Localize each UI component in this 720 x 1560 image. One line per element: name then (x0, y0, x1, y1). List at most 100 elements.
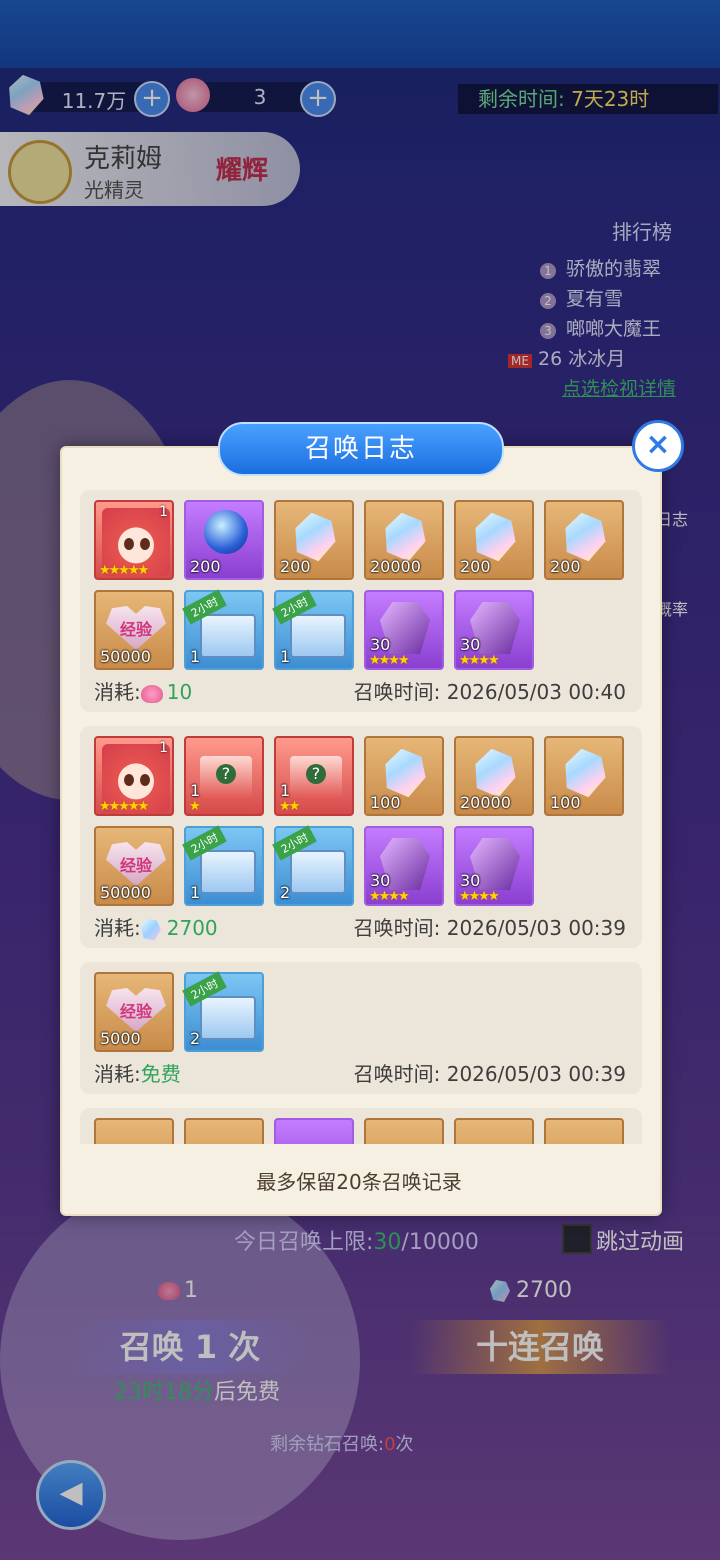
star-rating: ★★★★ (369, 889, 410, 904)
reward-item-chest[interactable]: 2小时 1 (182, 589, 264, 670)
treasure-chest-icon (200, 614, 256, 658)
item-count: 1 (159, 740, 168, 756)
star-rating: ★ (189, 799, 201, 814)
reward-item[interactable] (544, 1118, 624, 1144)
exp-heart-icon: 经验 (106, 606, 166, 650)
mystery-box-icon: ? (290, 756, 342, 800)
treasure-chest-icon (290, 850, 346, 894)
reward-item-chest[interactable]: 2小时 2 (182, 971, 264, 1052)
item-quantity: 50000 (100, 883, 151, 902)
reward-item[interactable] (364, 1118, 444, 1144)
item-quantity: 1 (190, 883, 201, 902)
cost-value: 10 (166, 680, 193, 704)
item-quantity: 2 (280, 883, 291, 902)
reward-item-chest[interactable]: 2小时 2 (272, 825, 354, 906)
treasure-chest-icon (200, 850, 256, 894)
star-rating: ★★★★ (369, 653, 410, 668)
summon-record: 1 ★★★★★? 1 ★? 1 ★★ 100 20000 100 经验 50000 2小时 1 2小时 2 3… (80, 726, 642, 948)
reward-item-exp[interactable]: 经验 50000 (94, 590, 174, 670)
treasure-chest-icon (290, 614, 346, 658)
summon-time: 召唤时间: 2026/05/03 00:40 (353, 680, 626, 704)
cost-value: 免费 (140, 1062, 181, 1086)
summon-log-list[interactable]: 1 ★★★★★ 200 200 20000 200 200 经验 50000 2小时 1 2小时 1 30… (80, 490, 642, 1144)
item-quantity: 20000 (460, 793, 511, 812)
item-quantity: 100 (370, 793, 401, 812)
reward-item-exp[interactable]: 经验 50000 (94, 826, 174, 906)
item-quantity: 200 (280, 557, 311, 576)
reward-item-chest[interactable]: 2小时 1 (182, 825, 264, 906)
reward-item-crystal[interactable]: 20000 (364, 500, 444, 580)
reward-item[interactable] (274, 1118, 354, 1144)
reward-item-chest[interactable]: 2小时 1 (272, 589, 354, 670)
item-quantity: 5000 (100, 1029, 141, 1048)
star-rating: ★★★★ (459, 889, 500, 904)
cost-info: 消耗:免费 (94, 1058, 181, 1087)
item-quantity: 30 (370, 871, 391, 890)
item-quantity: 30 (460, 871, 481, 890)
star-rating: ★★★★ (459, 653, 500, 668)
reward-item-redbox[interactable]: ? 1 ★★ (274, 736, 354, 816)
exp-heart-icon: 经验 (106, 842, 166, 886)
item-quantity: 30 (370, 635, 391, 654)
cost-value: 2700 (166, 916, 218, 940)
item-quantity: 2 (190, 1029, 201, 1048)
flower-icon (140, 684, 163, 703)
reward-item-redbox[interactable]: ? 1 ★ (184, 736, 264, 816)
cost-label: 消耗: (94, 916, 141, 940)
reward-item-crystal[interactable]: 200 (274, 500, 354, 580)
item-quantity: 1 (190, 781, 201, 800)
reward-item-crystal[interactable]: 100 (544, 736, 624, 816)
close-button[interactable]: × (632, 420, 684, 472)
item-quantity: 200 (550, 557, 581, 576)
reward-item-gem[interactable]: 30 ★★★★ (454, 826, 534, 906)
exp-label: 经验 (120, 620, 153, 639)
diamond-icon (290, 510, 341, 564)
item-quantity: 100 (550, 793, 581, 812)
star-rating: ★★★★★ (99, 563, 149, 578)
reward-item-exp[interactable]: 经验 5000 (94, 972, 174, 1052)
cost-label: 消耗: (94, 680, 141, 704)
star-rating: ★★ (279, 799, 300, 814)
reward-item-gem[interactable]: 30 ★★★★ (364, 590, 444, 670)
cost-label: 消耗: (94, 1062, 141, 1086)
item-quantity: 50000 (100, 647, 151, 666)
exp-heart-icon: 经验 (106, 988, 166, 1032)
item-count: 1 (159, 504, 168, 520)
reward-item-gem[interactable]: 30 ★★★★ (364, 826, 444, 906)
treasure-chest-icon (200, 996, 256, 1040)
reward-item[interactable] (94, 1118, 174, 1144)
reward-item-gem[interactable]: 30 ★★★★ (454, 590, 534, 670)
reward-item-girl[interactable]: 1 ★★★★★ (94, 500, 174, 580)
mystery-box-icon: ? (200, 756, 252, 800)
summon-time: 召唤时间: 2026/05/03 00:39 (353, 916, 626, 940)
item-quantity: 20000 (370, 557, 421, 576)
exp-label: 经验 (120, 1002, 153, 1021)
item-quantity: 30 (460, 635, 481, 654)
reward-item-crystal[interactable]: 200 (544, 500, 624, 580)
exp-label: 经验 (120, 856, 153, 875)
dialog-footer: 最多保留20条召唤记录 (256, 1170, 462, 1194)
diamond-icon (140, 918, 161, 941)
reward-item-orb[interactable]: 200 (184, 500, 264, 580)
item-quantity: 200 (190, 557, 221, 576)
summon-record: 经验 5000 2小时 2 消耗:免费 召唤时间: 2026/05/03 00:39 (80, 962, 642, 1094)
dialog-title: 召唤日志 (218, 422, 504, 476)
crystal-orb-icon (204, 510, 248, 554)
summon-time: 召唤时间: 2026/05/03 00:39 (353, 1062, 626, 1086)
reward-item-crystal[interactable]: 200 (454, 500, 534, 580)
item-quantity: 1 (280, 647, 291, 666)
diamond-icon (560, 746, 611, 800)
diamond-icon (560, 510, 611, 564)
item-quantity: 1 (280, 781, 291, 800)
reward-item-crystal[interactable]: 20000 (454, 736, 534, 816)
diamond-icon (470, 746, 521, 800)
summon-record-partial (80, 1108, 642, 1144)
reward-item-crystal[interactable]: 100 (364, 736, 444, 816)
reward-item[interactable] (184, 1118, 264, 1144)
star-rating: ★★★★★ (99, 799, 149, 814)
cost-info: 消耗: 2700 (94, 912, 218, 941)
cost-info: 消耗: 10 (94, 676, 192, 705)
reward-item-girl[interactable]: 1 ★★★★★ (94, 736, 174, 816)
item-quantity: 1 (190, 647, 201, 666)
reward-item[interactable] (454, 1118, 534, 1144)
